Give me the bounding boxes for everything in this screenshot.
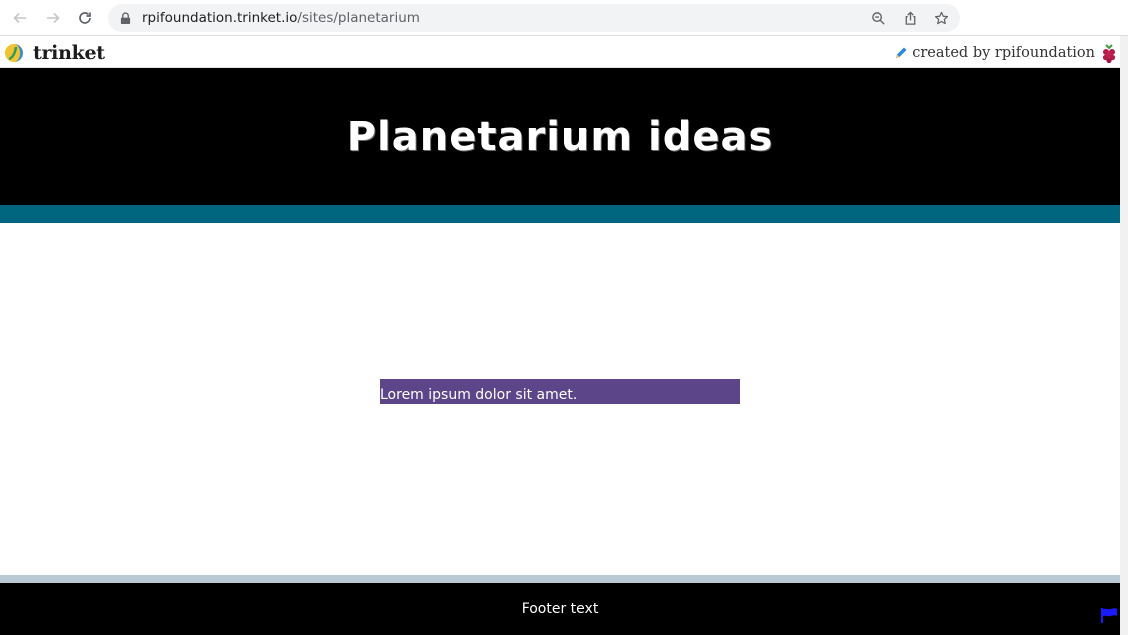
bookmark-star-icon[interactable] <box>931 8 951 28</box>
zoom-icon[interactable] <box>868 8 888 28</box>
header-divider <box>0 205 1120 223</box>
footer-text: Footer text <box>521 601 599 617</box>
trinket-logo-icon <box>5 44 23 62</box>
footer-divider <box>0 575 1120 583</box>
creator-credit[interactable]: created by rpifoundation <box>894 42 1118 64</box>
share-icon[interactable] <box>900 8 920 28</box>
page-scrollbar[interactable] <box>1120 36 1128 635</box>
trinket-logo[interactable]: trinket <box>4 42 105 64</box>
url-host: rpifoundation.trinket.io <box>142 10 298 26</box>
site-header: Planetarium ideas <box>0 68 1120 205</box>
site-footer: Footer text <box>0 583 1120 635</box>
url-path: /sites/planetarium <box>297 10 420 26</box>
lock-icon[interactable] <box>120 11 132 25</box>
reload-icon[interactable] <box>73 6 97 30</box>
pencil-icon <box>896 47 907 58</box>
forward-icon[interactable] <box>41 6 65 30</box>
browser-toolbar: rpifoundation.trinket.io/sites/planetari… <box>0 0 1128 36</box>
trinket-logo-text: trinket <box>33 42 105 64</box>
page-title: Planetarium ideas <box>346 113 774 160</box>
trinket-bar: trinket created by rpifoundation <box>0 37 1120 68</box>
creator-text: created by rpifoundation <box>912 45 1095 61</box>
back-icon[interactable] <box>8 6 32 30</box>
main-content: Lorem ipsum dolor sit amet. <box>0 223 1120 575</box>
content-box: Lorem ipsum dolor sit amet. <box>380 379 740 404</box>
flag-icon[interactable] <box>1100 607 1118 623</box>
url-text[interactable]: rpifoundation.trinket.io/sites/planetari… <box>142 10 420 26</box>
content-text: Lorem ipsum dolor sit amet. <box>380 387 578 403</box>
address-bar[interactable]: rpifoundation.trinket.io/sites/planetari… <box>108 4 960 32</box>
raspberry-pi-icon <box>1102 44 1116 64</box>
